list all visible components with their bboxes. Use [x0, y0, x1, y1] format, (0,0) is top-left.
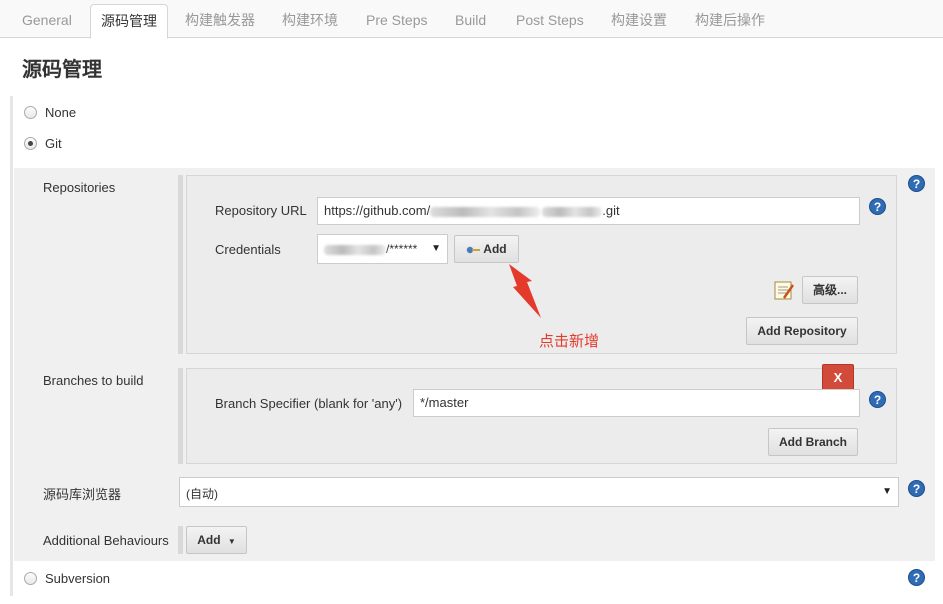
tab-bar: General 源码管理 构建触发器 构建环境 Pre Steps Build … [0, 0, 943, 39]
repository-url-prefix: https://github.com/ [324, 203, 431, 218]
help-icon[interactable]: ? [908, 569, 925, 586]
help-icon[interactable]: ? [908, 175, 925, 192]
add-repository-button[interactable]: Add Repository [746, 317, 858, 345]
branches-rail [178, 368, 183, 464]
redacted-text [430, 206, 541, 217]
repository-url-input[interactable]: https://github.com/ .git [317, 197, 860, 225]
tab-post-build-actions[interactable]: 构建后操作 [685, 4, 775, 38]
notepad-icon [774, 281, 795, 300]
add-credentials-label: Add [483, 242, 507, 256]
scm-option-none[interactable]: None [24, 102, 76, 122]
tab-pre-steps[interactable]: Pre Steps [356, 4, 437, 38]
tab-source-management[interactable]: 源码管理 [90, 4, 168, 39]
delete-branch-button[interactable]: X [822, 364, 854, 391]
add-credentials-button[interactable]: Add [454, 235, 519, 263]
red-arrow-icon [509, 264, 541, 318]
caret-down-icon: ▼ [227, 537, 236, 546]
tab-build[interactable]: Build [445, 4, 496, 38]
tab-post-steps[interactable]: Post Steps [506, 4, 594, 38]
scm-option-git[interactable]: Git [24, 133, 62, 153]
annotation-text: 点击新增 [539, 333, 600, 350]
none-label: None [45, 104, 77, 120]
tab-build-environment[interactable]: 构建环境 [272, 4, 348, 38]
redacted-text [542, 206, 603, 217]
repository-url-label: Repository URL [215, 203, 307, 218]
scm-option-subversion[interactable]: Subversion [24, 568, 110, 588]
redacted-text [324, 244, 386, 255]
subversion-label: Subversion [45, 570, 111, 586]
section-rail [10, 96, 13, 596]
key-icon [467, 246, 481, 254]
credentials-label: Credentials [215, 242, 281, 257]
repo-browser-value: (自动) [186, 487, 218, 501]
tab-build-triggers[interactable]: 构建触发器 [175, 4, 265, 38]
chevron-down-icon: ▼ [882, 486, 892, 497]
help-icon[interactable]: ? [869, 391, 886, 408]
branch-specifier-label: Branch Specifier (blank for 'any') [215, 396, 403, 411]
repositories-rail [178, 175, 183, 354]
repo-browser-label: 源码库浏览器 [43, 487, 122, 502]
repository-url-suffix: .git [602, 203, 620, 218]
help-icon[interactable]: ? [908, 480, 925, 497]
tab-general[interactable]: General [12, 4, 82, 38]
help-icon[interactable]: ? [869, 198, 886, 215]
advanced-button[interactable]: 高级... [802, 276, 858, 304]
repo-browser-select[interactable]: (自动) ▼ [179, 477, 899, 507]
add-branch-button[interactable]: Add Branch [768, 428, 858, 456]
git-label: Git [45, 135, 62, 151]
none-radio[interactable] [24, 105, 37, 119]
additional-behaviours-label: Additional Behaviours [43, 533, 169, 548]
branch-specifier-input[interactable]: */master [413, 389, 860, 417]
section-title: 源码管理 [22, 59, 102, 81]
repositories-label: Repositories [43, 180, 116, 195]
git-radio[interactable] [24, 136, 37, 150]
tab-build-settings[interactable]: 构建设置 [601, 4, 677, 38]
credentials-select[interactable]: /****** ▼ [317, 234, 448, 264]
chevron-down-icon: ▼ [431, 243, 441, 254]
add-behaviour-button[interactable]: Add ▼ [186, 526, 247, 554]
credentials-value: /****** [386, 242, 418, 256]
branches-label: Branches to build [43, 373, 144, 388]
subversion-radio[interactable] [24, 571, 37, 585]
behaviours-rail [178, 526, 183, 554]
add-behaviour-label: Add [197, 533, 221, 547]
